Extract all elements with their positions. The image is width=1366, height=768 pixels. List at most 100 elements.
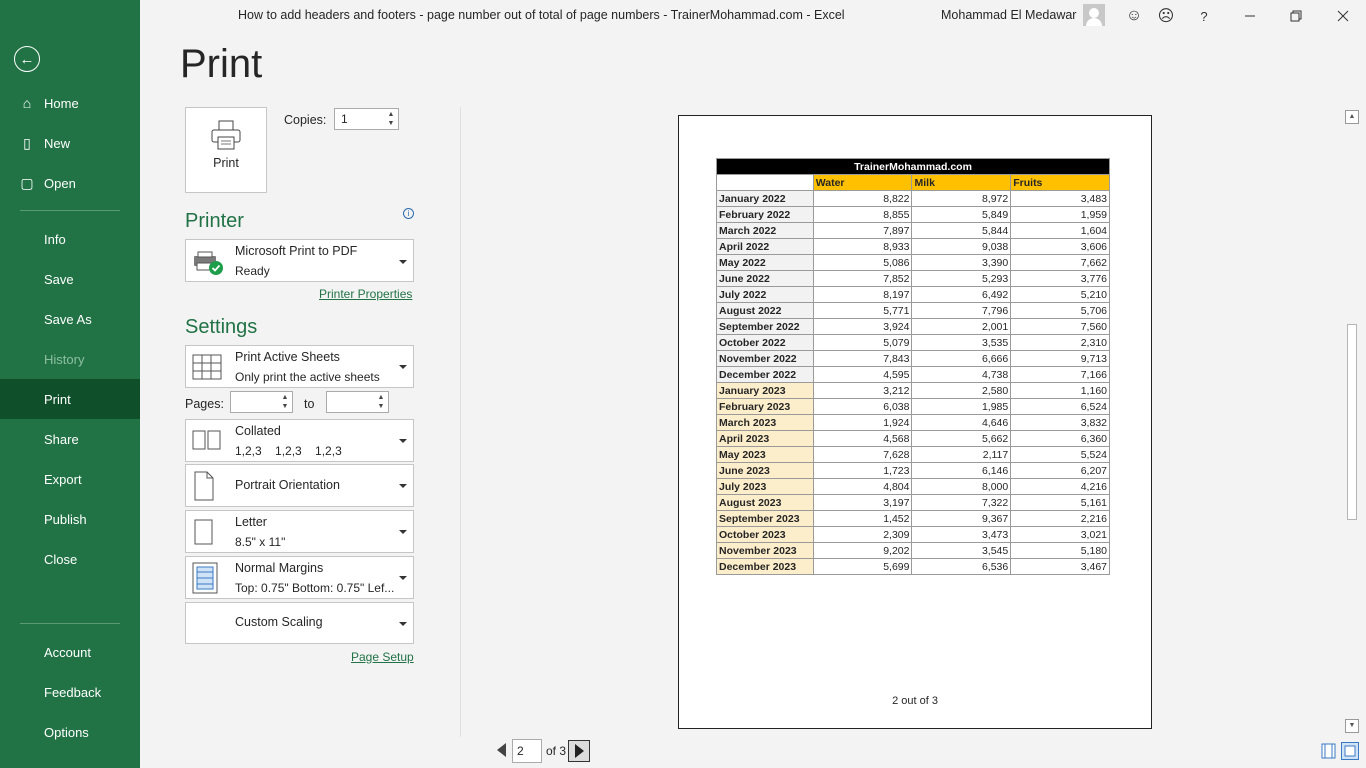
nav-item-save[interactable]: Save bbox=[0, 259, 140, 299]
paper-size-dropdown[interactable]: Letter 8.5" x 11" bbox=[185, 510, 414, 553]
nav-separator bbox=[20, 210, 120, 211]
nav-item-open[interactable]: ▢ Open bbox=[0, 163, 140, 203]
chevron-down-icon bbox=[399, 530, 407, 534]
fruits-cell: 3,467 bbox=[1010, 558, 1110, 575]
chevron-down-icon bbox=[399, 365, 407, 369]
current-page-input[interactable]: 2 bbox=[512, 739, 542, 763]
printer-dropdown[interactable]: Microsoft Print to PDF Ready bbox=[185, 239, 414, 282]
scroll-thumb[interactable] bbox=[1347, 324, 1357, 520]
collation-dropdown[interactable]: Collated 1,2,3 1,2,3 1,2,3 bbox=[185, 419, 414, 462]
nav-item-feedback[interactable]: Feedback bbox=[0, 672, 140, 712]
page-setup-link[interactable]: Page Setup bbox=[351, 650, 414, 664]
scroll-up-icon[interactable]: ▲ bbox=[1345, 110, 1359, 124]
user-name[interactable]: Mohammad El Medawar bbox=[941, 8, 1076, 22]
water-cell: 7,897 bbox=[812, 222, 913, 239]
nav-item-save-as[interactable]: Save As bbox=[0, 299, 140, 339]
month-cell: August 2023 bbox=[716, 494, 814, 511]
show-margins-icon[interactable] bbox=[1320, 742, 1338, 760]
month-cell: April 2022 bbox=[716, 238, 814, 255]
new-document-icon: ▯ bbox=[23, 134, 31, 151]
month-cell: January 2023 bbox=[716, 382, 814, 399]
nav-item-options[interactable]: Options bbox=[0, 712, 140, 752]
table-row: September 2022 3,924 2,001 7,560 bbox=[716, 318, 1110, 335]
margins-icon bbox=[192, 562, 218, 594]
nav-item-new[interactable]: ▯ New bbox=[0, 123, 140, 163]
close-icon[interactable] bbox=[1331, 4, 1355, 28]
water-cell: 7,628 bbox=[812, 446, 913, 463]
table-row: November 2022 7,843 6,666 9,713 bbox=[716, 350, 1110, 367]
nav-item-publish[interactable]: Publish bbox=[0, 499, 140, 539]
spin-up-icon[interactable]: ▲ bbox=[376, 393, 386, 402]
month-cell: May 2023 bbox=[716, 446, 814, 463]
smile-icon[interactable]: ☺ bbox=[1122, 4, 1146, 28]
fruits-cell: 3,606 bbox=[1010, 238, 1110, 255]
title-bar: How to add headers and footers - page nu… bbox=[140, 0, 1366, 32]
header-cell: Fruits bbox=[1010, 174, 1110, 191]
zoom-to-page-icon[interactable] bbox=[1341, 742, 1359, 760]
water-cell: 8,197 bbox=[812, 286, 913, 303]
nav-item-label: History bbox=[44, 351, 85, 367]
previous-page-icon[interactable] bbox=[497, 743, 506, 757]
paper-size-subtitle: 8.5" x 11" bbox=[235, 535, 286, 549]
water-cell: 7,852 bbox=[812, 270, 913, 287]
pages-label: Pages: bbox=[185, 397, 224, 411]
minimize-icon[interactable] bbox=[1238, 4, 1262, 28]
print-what-title: Print Active Sheets bbox=[235, 350, 340, 364]
pages-from-input[interactable]: ▲ ▼ bbox=[230, 391, 293, 413]
water-cell: 8,855 bbox=[812, 206, 913, 223]
month-cell: June 2023 bbox=[716, 462, 814, 479]
nav-item-print[interactable]: Print bbox=[0, 379, 140, 419]
margins-dropdown[interactable]: Normal Margins Top: 0.75" Bottom: 0.75" … bbox=[185, 556, 414, 599]
preview-scrollbar[interactable]: ▲ ▼ bbox=[1345, 110, 1359, 734]
spin-up-icon[interactable]: ▲ bbox=[386, 110, 396, 119]
fruits-cell: 6,360 bbox=[1010, 430, 1110, 447]
nav-item-share[interactable]: Share bbox=[0, 419, 140, 459]
frown-icon[interactable]: ☹ bbox=[1154, 4, 1178, 28]
back-arrow-icon[interactable]: ← bbox=[14, 46, 40, 72]
nav-item-close[interactable]: Close bbox=[0, 539, 140, 579]
next-page-icon[interactable] bbox=[568, 740, 590, 762]
orientation-dropdown[interactable]: Portrait Orientation bbox=[185, 464, 414, 507]
nav-item-info[interactable]: Info bbox=[0, 219, 140, 259]
spin-down-icon[interactable]: ▼ bbox=[280, 402, 290, 411]
fruits-cell: 5,161 bbox=[1010, 494, 1110, 511]
info-icon[interactable]: i bbox=[403, 208, 414, 219]
paper-size-title: Letter bbox=[235, 515, 267, 529]
month-cell: August 2022 bbox=[716, 302, 814, 319]
nav-separator bbox=[20, 623, 120, 624]
spin-up-icon[interactable]: ▲ bbox=[280, 393, 290, 402]
restore-icon[interactable] bbox=[1284, 4, 1308, 28]
fruits-cell: 3,483 bbox=[1010, 190, 1110, 207]
avatar[interactable] bbox=[1083, 4, 1105, 26]
window-title: How to add headers and footers - page nu… bbox=[238, 8, 845, 22]
help-icon[interactable]: ? bbox=[1192, 4, 1216, 28]
water-cell: 4,568 bbox=[812, 430, 913, 447]
spin-down-icon[interactable]: ▼ bbox=[386, 119, 396, 128]
month-cell: February 2022 bbox=[716, 206, 814, 223]
nav-item-home[interactable]: ⌂ Home bbox=[0, 83, 140, 123]
milk-cell: 1,985 bbox=[911, 398, 1012, 415]
nav-item-label: Account bbox=[44, 644, 91, 660]
print-what-dropdown[interactable]: Print Active Sheets Only print the activ… bbox=[185, 345, 414, 388]
nav-item-account[interactable]: Account bbox=[0, 632, 140, 672]
print-button[interactable]: Print bbox=[185, 107, 267, 193]
scroll-down-icon[interactable]: ▼ bbox=[1345, 719, 1359, 733]
water-cell: 5,699 bbox=[812, 558, 913, 575]
fruits-cell: 3,776 bbox=[1010, 270, 1110, 287]
milk-cell: 9,367 bbox=[911, 510, 1012, 527]
copies-stepper[interactable]: 1 ▲ ▼ bbox=[334, 108, 399, 130]
table-row: June 2023 1,723 6,146 6,207 bbox=[716, 462, 1110, 479]
table-title-row: TrainerMohammad.com bbox=[716, 158, 1110, 175]
table-row: September 2023 1,452 9,367 2,216 bbox=[716, 510, 1110, 527]
nav-item-export[interactable]: Export bbox=[0, 459, 140, 499]
scaling-dropdown[interactable]: Custom Scaling bbox=[185, 602, 414, 644]
printer-properties-link[interactable]: Printer Properties bbox=[319, 287, 412, 301]
nav-item-label: Open bbox=[44, 175, 76, 191]
month-cell: December 2023 bbox=[716, 558, 814, 575]
pages-to-input[interactable]: ▲ ▼ bbox=[326, 391, 389, 413]
table-row: November 2023 9,202 3,545 5,180 bbox=[716, 542, 1110, 559]
water-cell: 6,038 bbox=[812, 398, 913, 415]
paper-size-icon bbox=[194, 519, 213, 545]
spin-down-icon[interactable]: ▼ bbox=[376, 402, 386, 411]
water-cell: 5,086 bbox=[812, 254, 913, 271]
